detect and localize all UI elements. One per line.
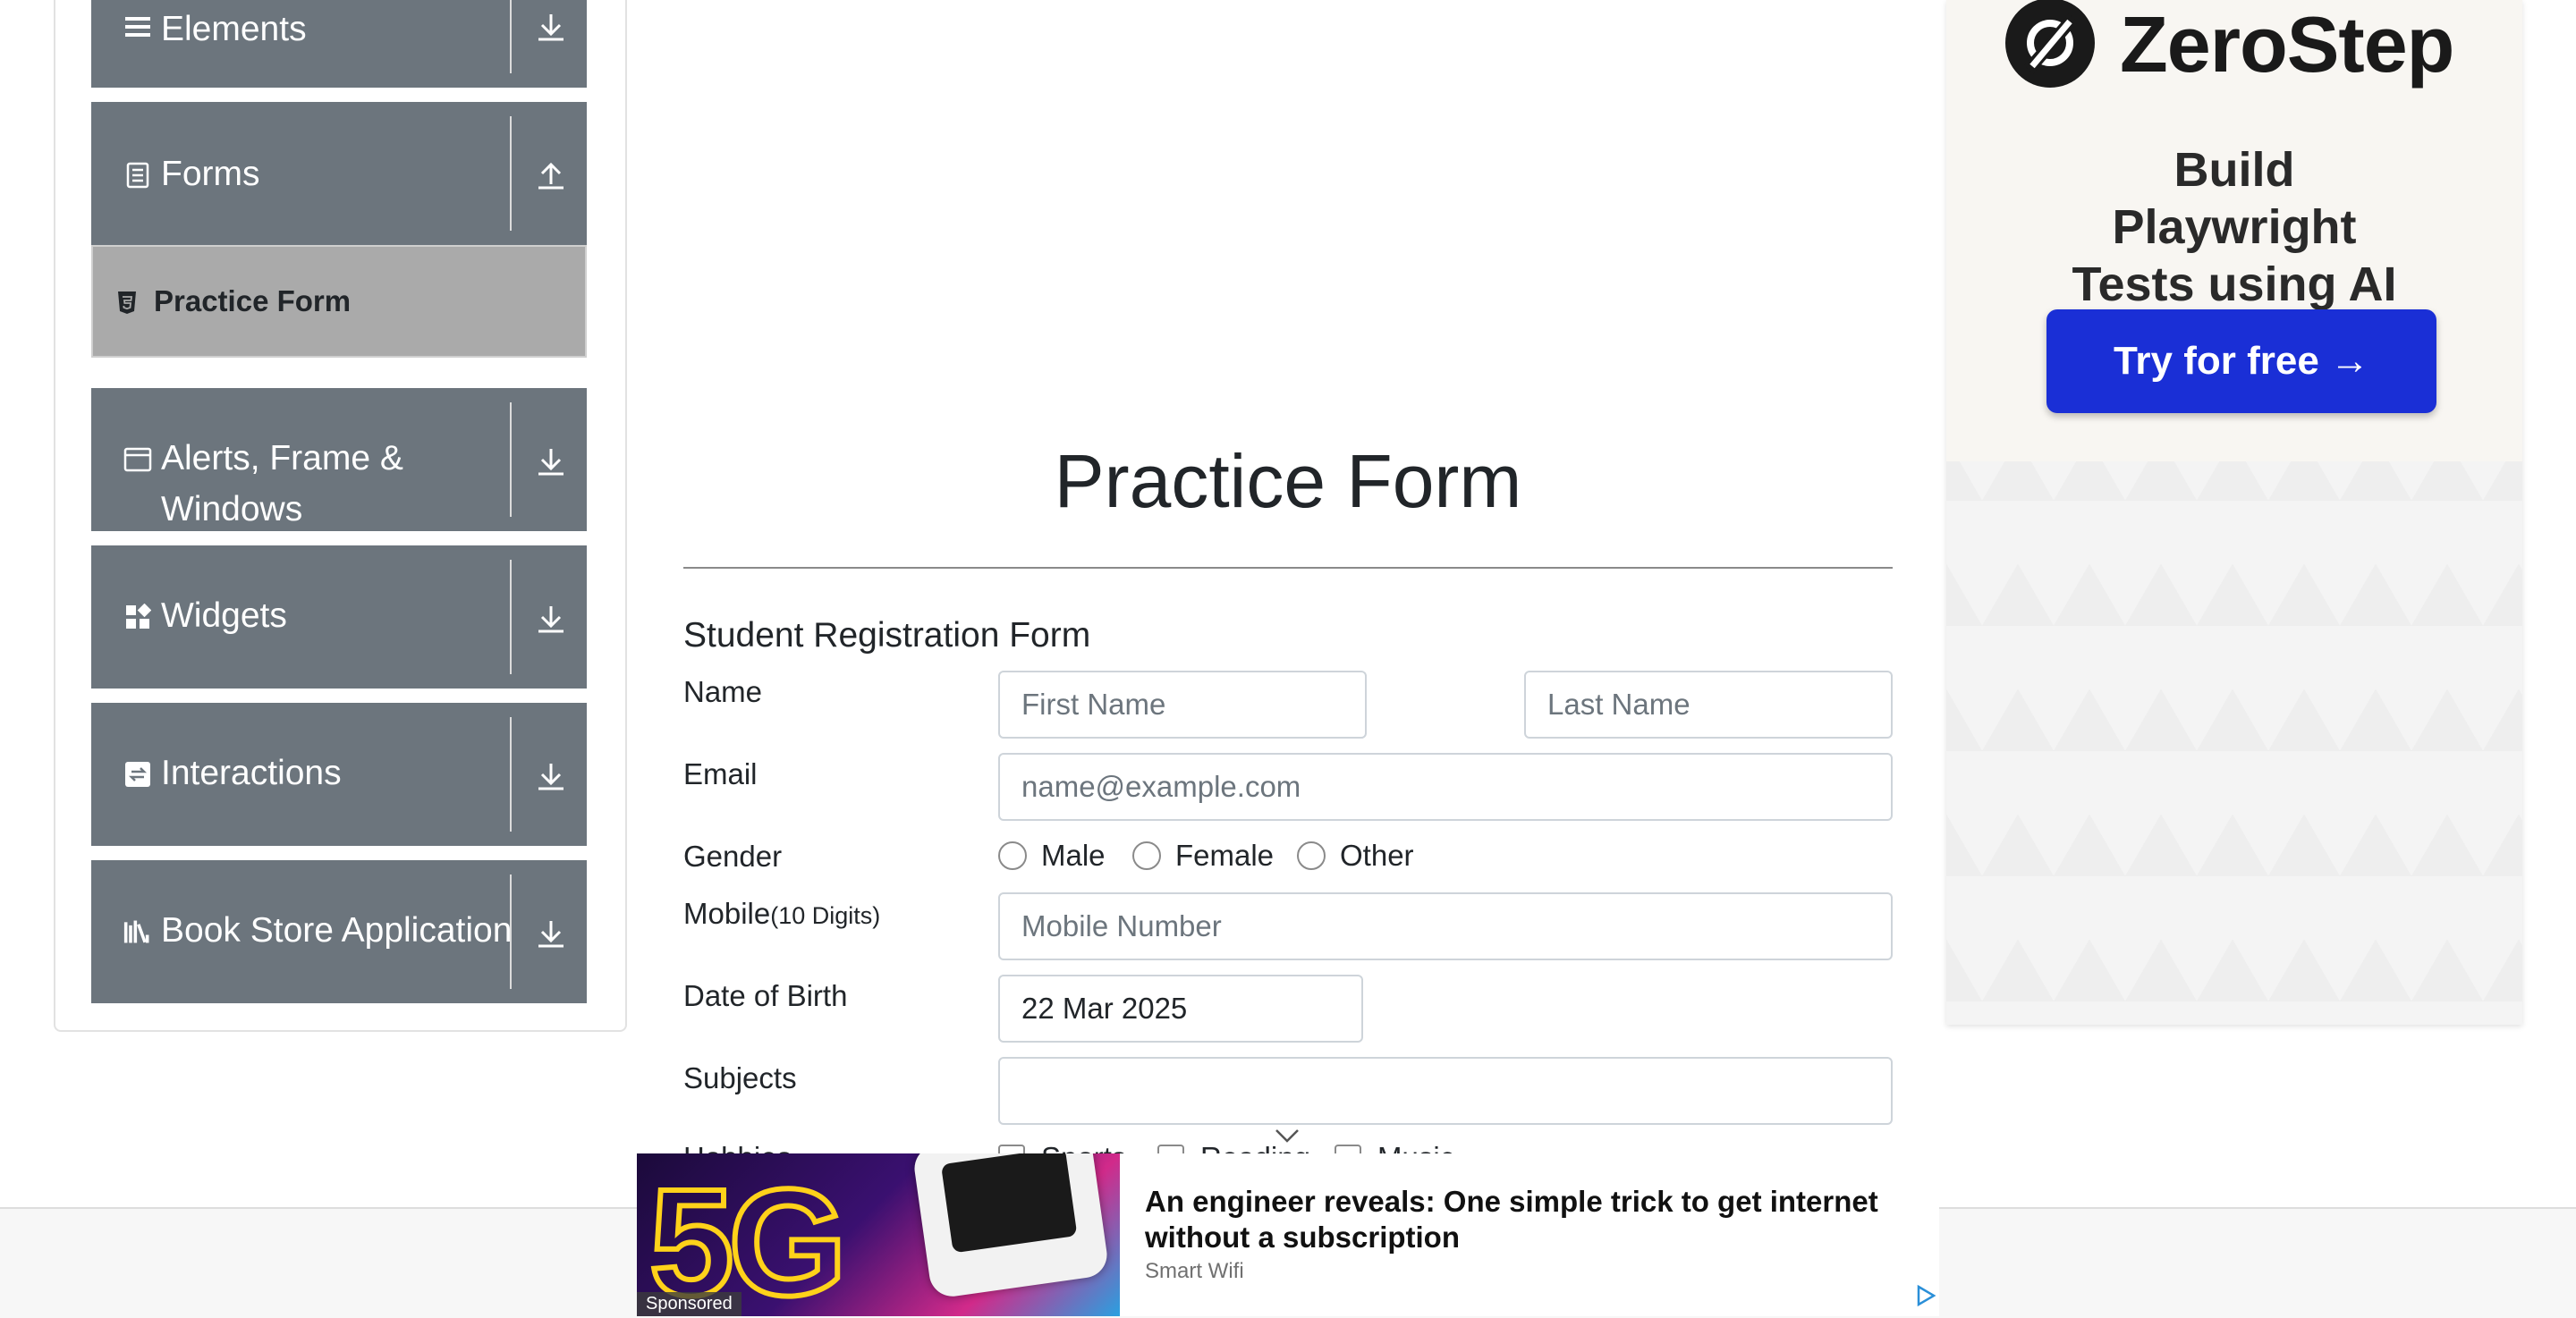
- divider: [510, 0, 512, 73]
- ad-tagline-text: Build Playwright Tests using AI: [2072, 143, 2397, 311]
- ad-image: 5G Sponsored: [637, 1153, 1120, 1316]
- email-label: Email: [683, 757, 758, 790]
- sponsored-banner-ad[interactable]: 5G Sponsored An engineer reveals: One si…: [637, 1153, 1939, 1316]
- device-screen: [940, 1153, 1078, 1254]
- widgets-icon: [123, 603, 152, 631]
- form-heading: Student Registration Form: [683, 616, 1091, 655]
- divider: [510, 402, 512, 517]
- window-icon: [123, 445, 152, 474]
- download-arrow-icon[interactable]: [533, 916, 569, 951]
- sidebar-group-label: Interactions: [161, 754, 342, 792]
- ad-tagline: Build Playwright Tests using AI: [1946, 141, 2522, 313]
- wifi-device-image: [911, 1153, 1110, 1300]
- sidebar-group-widgets[interactable]: Widgets: [91, 545, 587, 689]
- sidebar-group-elements[interactable]: Elements: [91, 0, 587, 88]
- radio-label: Male: [1041, 839, 1106, 872]
- sponsored-badge: Sponsored: [637, 1292, 741, 1316]
- sidebar-item-label: Practice Form: [154, 284, 352, 317]
- zerostep-logo-icon: [2002, 0, 2098, 91]
- try-for-free-button[interactable]: Try for free →: [2046, 309, 2436, 413]
- radio-label: Other: [1340, 839, 1414, 872]
- gender-option-other[interactable]: Other: [1297, 839, 1414, 873]
- female-radio[interactable]: [1132, 841, 1161, 870]
- sidebar-group-label: Alerts, Frame & Windows: [161, 439, 403, 528]
- zerostep-ad[interactable]: ZeroStep Build Playwright Tests using AI…: [1946, 0, 2522, 1025]
- other-radio[interactable]: [1297, 841, 1326, 870]
- download-arrow-icon[interactable]: [533, 758, 569, 794]
- menu-icon: [123, 13, 152, 41]
- page-title: Practice Form: [1054, 439, 1522, 523]
- adchoices-icon[interactable]: [1914, 1284, 1937, 1307]
- divider: [510, 116, 512, 231]
- email-input[interactable]: [998, 753, 1893, 821]
- download-arrow-icon[interactable]: [533, 444, 569, 479]
- radio-label: Female: [1175, 839, 1275, 872]
- ad-source: Smart Wifi: [1145, 1259, 1244, 1283]
- sidebar-group-label: Widgets: [161, 596, 287, 635]
- subjects-label: Subjects: [683, 1061, 797, 1094]
- divider: [510, 874, 512, 989]
- document-icon: [123, 161, 152, 190]
- mobile-input[interactable]: [998, 892, 1893, 960]
- mobile-label-text: Mobile: [683, 897, 771, 930]
- gender-option-female[interactable]: Female: [1132, 839, 1274, 873]
- dob-input[interactable]: [998, 975, 1363, 1043]
- title-divider: [683, 567, 1893, 569]
- sidebar-group-alerts-frame-windows[interactable]: Alerts, Frame & Windows: [91, 388, 587, 531]
- sidebar-group-label: Elements: [161, 10, 307, 48]
- download-arrow-icon[interactable]: [533, 601, 569, 637]
- divider: [510, 717, 512, 832]
- interactions-icon: [123, 760, 152, 789]
- dob-label: Date of Birth: [683, 979, 848, 1012]
- chevron-down-icon[interactable]: [1274, 1127, 1301, 1145]
- male-radio[interactable]: [998, 841, 1027, 870]
- last-name-input[interactable]: [1524, 671, 1893, 739]
- ad-top-panel: ZeroStep Build Playwright Tests using AI…: [1946, 0, 2522, 461]
- mobile-hint: (10 Digits): [770, 902, 881, 929]
- download-arrow-icon[interactable]: [533, 9, 569, 45]
- upload-arrow-icon[interactable]: [533, 156, 569, 191]
- sidebar-group-label: Forms: [161, 155, 260, 193]
- first-name-input[interactable]: [998, 671, 1367, 739]
- subjects-input[interactable]: [998, 1057, 1893, 1125]
- mobile-label: Mobile(10 Digits): [683, 894, 880, 935]
- html5-icon: [116, 290, 138, 315]
- ad-brand-name: ZeroStep: [2120, 0, 2454, 89]
- ad-headline[interactable]: An engineer reveals: One simple trick to…: [1145, 1184, 1914, 1255]
- sidebar-group-label: Book Store Application: [161, 911, 513, 950]
- gender-label: Gender: [683, 840, 783, 873]
- sidebar-item-practice-form[interactable]: Practice Form: [91, 245, 587, 358]
- books-icon: [123, 917, 152, 946]
- sidebar-group-interactions[interactable]: Interactions: [91, 703, 587, 846]
- name-label: Name: [683, 675, 763, 708]
- divider: [510, 560, 512, 674]
- gender-option-male[interactable]: Male: [998, 839, 1106, 873]
- sidebar-group-book-store-application[interactable]: Book Store Application: [91, 860, 587, 1003]
- sidebar-group-forms[interactable]: Forms: [91, 102, 587, 245]
